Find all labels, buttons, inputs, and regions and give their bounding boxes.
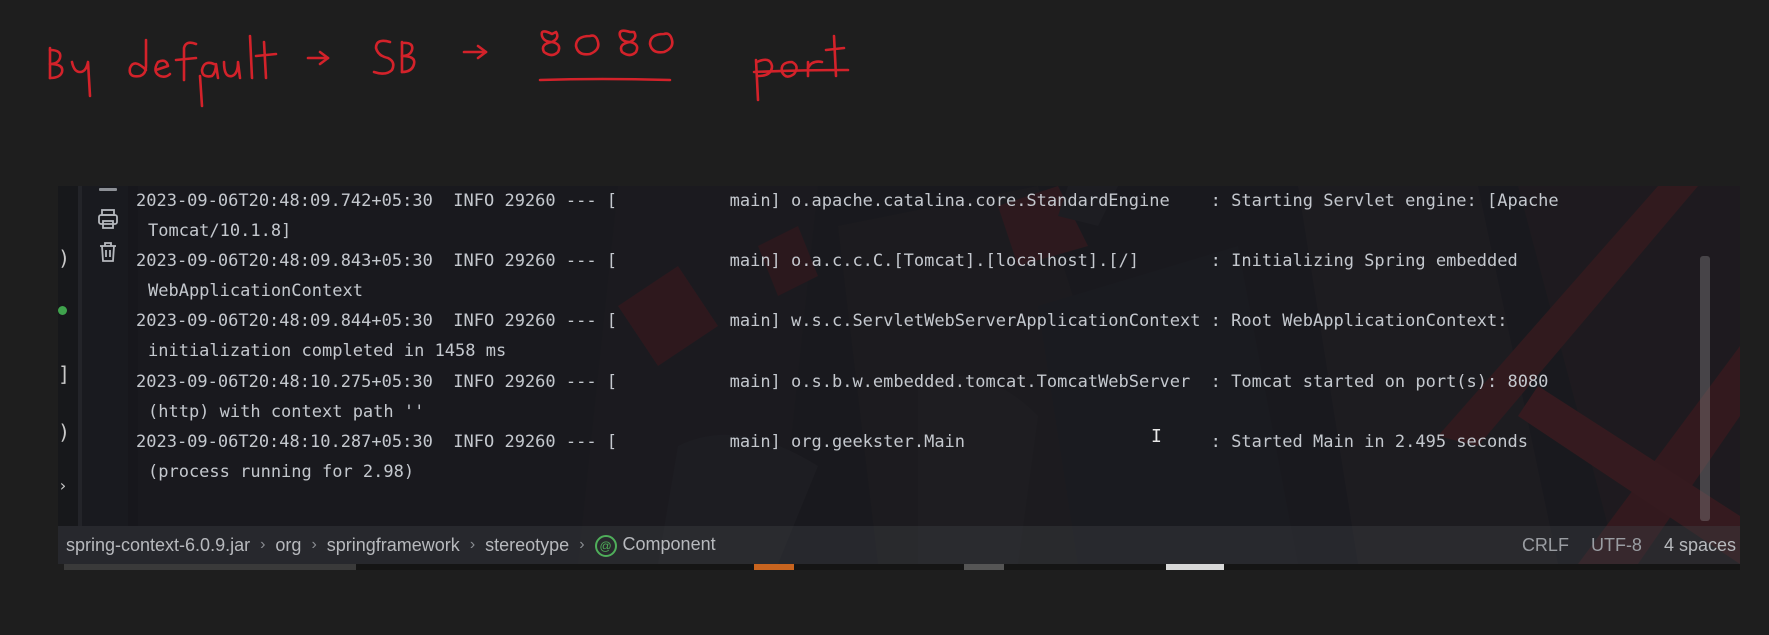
log-line: 2023-09-06T20:48:09.742+05:30 INFO 29260… — [136, 191, 1559, 211]
breadcrumb: spring-context-6.0.9.jar › org › springf… — [58, 534, 722, 557]
breadcrumb-item-springframework[interactable]: springframework — [321, 535, 466, 556]
log-line-continuation: initialization completed in 1458 ms — [148, 341, 507, 361]
editor-gutter: ) ] ) › — [58, 186, 78, 526]
taskbar-item[interactable] — [64, 564, 356, 570]
taskbar-item[interactable] — [964, 564, 1004, 570]
breadcrumb-item-jar[interactable]: spring-context-6.0.9.jar — [60, 535, 256, 556]
status-widgets: CRLF UTF-8 4 spaces — [1522, 535, 1740, 556]
breadcrumb-item-component-label: Component — [622, 533, 716, 554]
trash-icon[interactable] — [96, 240, 120, 264]
collapse-icon[interactable] — [96, 186, 120, 198]
handwritten-annotation — [0, 0, 1769, 120]
annotation-type-icon: @ — [594, 534, 617, 557]
indent-widget[interactable]: 4 spaces — [1664, 535, 1736, 556]
gutter-run-marker-icon — [58, 306, 67, 315]
text-cursor-icon: I — [1151, 426, 1162, 447]
breadcrumb-item-component[interactable]: @ Component — [589, 534, 722, 557]
log-line-continuation: WebApplicationContext — [148, 281, 363, 301]
gutter-bracket: ] — [58, 362, 71, 386]
taskbar-item[interactable] — [1166, 564, 1224, 570]
log-line: 2023-09-06T20:48:10.275+05:30 INFO 29260… — [136, 372, 1549, 392]
encoding-widget[interactable]: UTF-8 — [1591, 535, 1642, 556]
chevron-right-icon: › — [469, 536, 476, 553]
line-separator-widget[interactable]: CRLF — [1522, 535, 1569, 556]
log-line: 2023-09-06T20:48:09.844+05:30 INFO 29260… — [136, 311, 1508, 331]
console-scrollbar[interactable] — [1700, 256, 1710, 521]
status-bar: spring-context-6.0.9.jar › org › springf… — [58, 526, 1740, 564]
log-line-continuation: (process running for 2.98) — [148, 462, 415, 482]
handwritten-annotation-drawing — [48, 29, 850, 108]
ide-console-panel: ) ] ) › 2023-09-06T20:48:09.742+05:30 IN… — [58, 186, 1740, 564]
chevron-right-icon: › — [311, 536, 317, 553]
log-line-continuation: (http) with context path '' — [148, 402, 425, 422]
print-icon[interactable] — [96, 207, 120, 231]
log-line-continuation: Tomcat/10.1.8] — [148, 221, 292, 241]
gutter-bracket: ) — [58, 246, 71, 270]
breadcrumb-item-org[interactable]: org — [269, 535, 307, 556]
gutter-chevron: › — [58, 476, 68, 495]
taskbar-strip — [64, 564, 1740, 570]
log-line: 2023-09-06T20:48:10.287+05:30 INFO 29260… — [136, 432, 1528, 452]
gutter-bracket: ) — [58, 420, 71, 444]
taskbar-item-active[interactable] — [754, 564, 794, 570]
log-line: 2023-09-06T20:48:09.843+05:30 INFO 29260… — [136, 251, 1518, 271]
chevron-right-icon: › — [260, 536, 266, 553]
chevron-right-icon: › — [579, 536, 585, 553]
breadcrumb-item-stereotype[interactable]: stereotype — [479, 535, 575, 556]
